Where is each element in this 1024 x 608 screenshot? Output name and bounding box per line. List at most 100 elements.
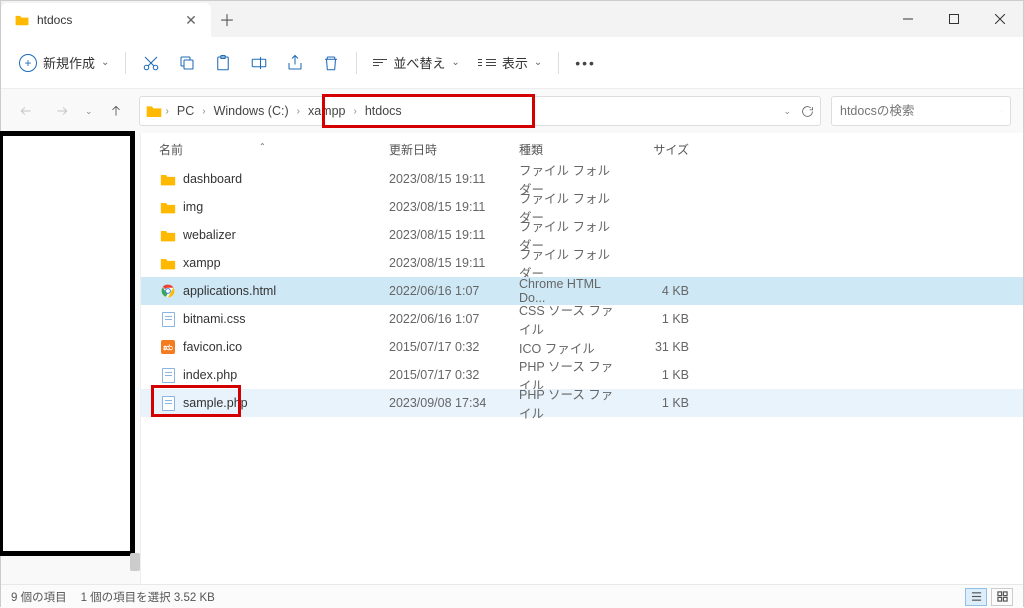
sort-button[interactable]: 並べ替え ⌄	[365, 45, 467, 81]
file-icon	[162, 368, 175, 383]
paste-button[interactable]	[206, 45, 240, 81]
breadcrumb-item[interactable]: xampp	[304, 104, 350, 118]
file-row[interactable]: bitnami.css2022/06/16 1:07CSS ソース ファイル1 …	[141, 305, 1023, 333]
file-list: 名前⌃ 更新日時 種類 サイズ dashboard2023/08/15 19:1…	[141, 133, 1023, 584]
share-icon	[286, 54, 304, 72]
window-controls	[885, 1, 1023, 37]
tab-title: htdocs	[37, 13, 72, 27]
file-row[interactable]: xampp2023/08/15 19:11ファイル フォルダー	[141, 249, 1023, 277]
folder-icon	[160, 201, 176, 214]
navigation-row: ⌄ › PC › Windows (C:) › xampp › htdocs ⌄	[1, 89, 1023, 133]
breadcrumb-item[interactable]: PC	[173, 104, 198, 118]
file-date: 2015/07/17 0:32	[389, 368, 519, 382]
close-tab-icon[interactable]: ✕	[183, 12, 199, 28]
more-button[interactable]: •••	[567, 45, 604, 81]
file-name: favicon.ico	[183, 340, 389, 354]
status-item-count: 9 個の項目	[11, 589, 67, 605]
rename-button[interactable]	[242, 45, 276, 81]
chevron-down-icon: ⌄	[451, 57, 459, 68]
file-size: 4 KB	[619, 284, 689, 298]
search-icon	[1001, 105, 1002, 118]
file-icon	[162, 396, 175, 411]
back-button[interactable]	[13, 98, 39, 124]
chevron-right-icon: ›	[354, 106, 357, 117]
address-bar[interactable]: › PC › Windows (C:) › xampp › htdocs ⌄	[139, 96, 821, 126]
plus-circle-icon: +	[19, 54, 37, 72]
chevron-right-icon: ›	[297, 106, 300, 117]
chevron-right-icon: ›	[166, 106, 169, 117]
breadcrumb-item[interactable]: htdocs	[361, 104, 406, 118]
folder-icon	[160, 229, 176, 242]
trash-icon	[322, 54, 340, 72]
annotation-redaction	[0, 131, 135, 556]
view-button[interactable]: 表示 ⌄	[470, 45, 550, 81]
file-name: xampp	[183, 256, 389, 270]
file-date: 2023/08/15 19:11	[389, 172, 519, 186]
clipboard-icon	[214, 54, 232, 72]
details-view-button[interactable]	[965, 588, 987, 606]
folder-icon	[160, 257, 176, 270]
status-bar: 9 個の項目 1 個の項目を選択 3.52 KB	[1, 584, 1023, 608]
copy-icon	[178, 54, 196, 72]
file-date: 2023/09/08 17:34	[389, 396, 519, 410]
chrome-icon	[161, 284, 175, 298]
scissors-icon	[142, 54, 160, 72]
file-date: 2022/06/16 1:07	[389, 312, 519, 326]
column-header-type[interactable]: 種類	[519, 141, 619, 158]
up-button[interactable]	[103, 98, 129, 124]
body: 名前⌃ 更新日時 種類 サイズ dashboard2023/08/15 19:1…	[1, 133, 1023, 584]
file-name: bitnami.css	[183, 312, 389, 326]
more-icon: •••	[575, 55, 596, 71]
forward-button[interactable]	[49, 98, 75, 124]
toolbar: + 新規作成 ⌄ 並べ替え ⌄ 表示 ⌄ •••	[1, 37, 1023, 89]
separator	[125, 52, 126, 74]
scrollbar-thumb[interactable]	[130, 553, 140, 571]
file-name: webalizer	[183, 228, 389, 242]
chevron-down-icon: ⌄	[101, 57, 109, 68]
new-button[interactable]: + 新規作成 ⌄	[11, 45, 117, 81]
file-name: applications.html	[183, 284, 389, 298]
arrow-up-icon	[109, 104, 123, 118]
delete-button[interactable]	[314, 45, 348, 81]
chevron-down-icon: ⌄	[534, 57, 542, 68]
column-header-name[interactable]: 名前⌃	[159, 141, 389, 158]
file-size: 1 KB	[619, 368, 689, 382]
arrow-left-icon	[19, 104, 33, 118]
close-button[interactable]	[977, 1, 1023, 37]
window-tab[interactable]: htdocs ✕	[1, 3, 211, 37]
history-dropdown[interactable]: ⌄	[85, 106, 93, 117]
minimize-button[interactable]	[885, 1, 931, 37]
xampp-icon: ಋ	[161, 340, 175, 354]
folder-icon	[160, 173, 176, 186]
file-size: 1 KB	[619, 396, 689, 410]
search-box[interactable]	[831, 96, 1011, 126]
folder-icon	[146, 104, 162, 118]
column-header-date[interactable]: 更新日時	[389, 141, 519, 158]
navigation-tree[interactable]	[1, 133, 141, 584]
file-type: PHP ソース ファイル	[519, 384, 619, 422]
new-label: 新規作成	[43, 53, 95, 72]
chevron-down-icon[interactable]: ⌄	[783, 106, 791, 117]
sort-label: 並べ替え	[393, 53, 445, 72]
separator	[558, 52, 559, 74]
column-header-size[interactable]: サイズ	[619, 141, 689, 158]
breadcrumb-item[interactable]: Windows (C:)	[210, 104, 293, 118]
share-button[interactable]	[278, 45, 312, 81]
maximize-button[interactable]	[931, 1, 977, 37]
sort-indicator-icon: ⌃	[259, 142, 266, 151]
copy-button[interactable]	[170, 45, 204, 81]
rename-icon	[250, 54, 268, 72]
file-date: 2015/07/17 0:32	[389, 340, 519, 354]
file-row[interactable]: sample.php2023/09/08 17:34PHP ソース ファイル1 …	[141, 389, 1023, 417]
list-icon	[971, 591, 982, 602]
chevron-right-icon: ›	[202, 106, 205, 117]
file-date: 2022/06/16 1:07	[389, 284, 519, 298]
refresh-icon[interactable]	[801, 105, 814, 118]
search-input[interactable]	[840, 104, 1001, 118]
thumbnails-view-button[interactable]	[991, 588, 1013, 606]
file-date: 2023/08/15 19:11	[389, 200, 519, 214]
cut-button[interactable]	[134, 45, 168, 81]
file-name: index.php	[183, 368, 389, 382]
new-tab-button[interactable]: ＋	[211, 1, 243, 37]
folder-icon	[15, 13, 29, 27]
